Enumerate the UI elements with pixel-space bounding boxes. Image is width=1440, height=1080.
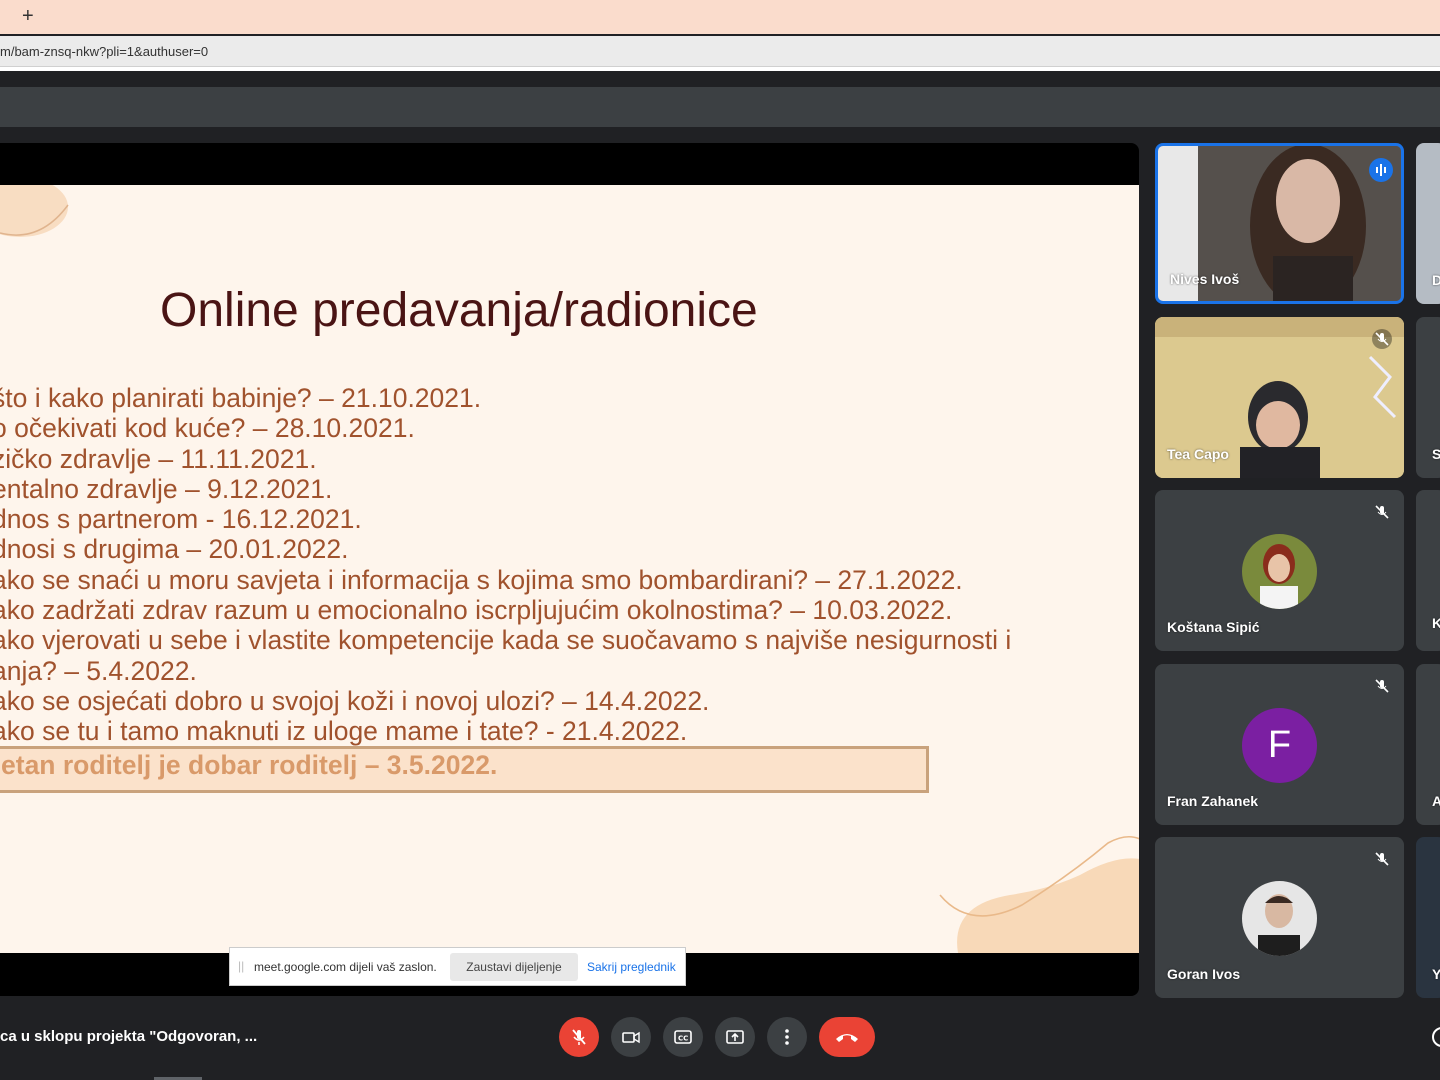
list-item: što i kako planirati babinje? – 21.10.20…: [0, 383, 482, 413]
list-item: zičko zdravlje – 11.11.2021.: [0, 443, 317, 474]
participant-name: Nives Ivoš: [1170, 271, 1240, 287]
browser-tab-bar: +: [0, 0, 1440, 34]
participant-tile-partial[interactable]: Sa: [1416, 317, 1440, 478]
address-bar[interactable]: m/bam-znsq-nkw?pli=1&authuser=0: [0, 36, 1440, 67]
participant-tile-partial[interactable]: D: [1416, 143, 1440, 304]
info-icon[interactable]: [1432, 1027, 1440, 1047]
meet-top-strip: [0, 71, 1440, 87]
slide-decoration-top: [0, 185, 69, 237]
presentation-area: Online predavanja/radionice što i kako p…: [0, 143, 1139, 996]
avatar: F: [1242, 708, 1317, 783]
camera-toggle-button[interactable]: [611, 1017, 651, 1057]
more-options-button[interactable]: [767, 1017, 807, 1057]
list-item: ako se tu i tamo maknuti iz uloge mame i…: [0, 716, 688, 747]
participant-name: Ar: [1432, 793, 1440, 809]
microphone-toggle-button[interactable]: [559, 1017, 599, 1057]
muted-mic-icon: [1372, 329, 1392, 349]
participant-name: K: [1432, 615, 1440, 631]
participant-name: Tea Capo: [1167, 446, 1229, 462]
list-item: anja? – 5.4.2022.: [0, 655, 197, 686]
list-item: dnos s partnerom - 16.12.2021.: [0, 504, 362, 535]
share-message: meet.google.com dijeli vaš zaslon.: [254, 960, 437, 974]
avatar: [1242, 534, 1317, 609]
list-item: ako zadržati zdrav razum u emocionalno i…: [0, 595, 953, 626]
more-vert-icon: [785, 1029, 789, 1045]
participant-name: Goran Ivos: [1167, 966, 1241, 982]
muted-mic-icon: [1372, 502, 1392, 522]
participant-tile-goran[interactable]: Goran Ivos: [1155, 837, 1404, 998]
meet-top-toolbar: [0, 87, 1440, 127]
screen-share-bar: || meet.google.com dijeli vaš zaslon. Za…: [229, 947, 686, 986]
participant-tile-partial[interactable]: Y: [1416, 837, 1440, 998]
participant-tile-tea[interactable]: Tea Capo: [1155, 317, 1404, 478]
participant-tile-partial[interactable]: K: [1416, 490, 1440, 651]
svg-text:CC: CC: [678, 1035, 688, 1043]
muted-mic-icon: [1372, 849, 1392, 869]
participant-name: Y: [1432, 966, 1440, 982]
participant-tile-kostana[interactable]: Koštana Sipić: [1155, 490, 1404, 651]
slide-list: što i kako planirati babinje? – 21.10.20…: [0, 383, 1011, 747]
bottom-control-bar: ca u sklopu projekta "Odgovoran, ... CC: [0, 1000, 1440, 1080]
slide-decoration-bottom: [939, 835, 1139, 953]
list-item: ako vjerovati u sebe i vlastite kompeten…: [0, 625, 1012, 656]
participant-tile-partial[interactable]: Ar: [1416, 664, 1440, 825]
drag-handle-icon[interactable]: ||: [238, 959, 244, 973]
stop-sharing-button[interactable]: Zaustavi dijeljenje: [450, 953, 578, 981]
speaking-indicator-icon: [1369, 158, 1393, 182]
hang-up-icon: [836, 1034, 858, 1042]
present-icon: [726, 1030, 744, 1044]
camera-icon: [622, 1031, 640, 1044]
leave-call-button[interactable]: [819, 1017, 875, 1057]
list-item: o očekivati kod kuće? – 28.10.2021.: [0, 413, 415, 444]
participant-name: D: [1432, 272, 1440, 288]
participant-name: Sa: [1432, 446, 1440, 462]
mic-off-icon: [572, 1029, 586, 1045]
participant-tile-fran[interactable]: F Fran Zahanek: [1155, 664, 1404, 825]
participant-name: Koštana Sipić: [1167, 619, 1260, 635]
list-item: ako se snaći u moru savjeta i informacij…: [0, 564, 963, 595]
slide: Online predavanja/radionice što i kako p…: [0, 185, 1139, 953]
present-screen-button[interactable]: [715, 1017, 755, 1057]
new-tab-button[interactable]: +: [22, 4, 34, 28]
list-item: dnosi s drugima – 20.01.2022.: [0, 534, 349, 565]
participant-name: Fran Zahanek: [1167, 793, 1259, 809]
highlighted-item-box: etan roditelj je dobar roditelj – 3.5.20…: [0, 746, 929, 793]
muted-mic-icon: [1372, 676, 1392, 696]
list-item: entalno zdravlje – 9.12.2021.: [0, 473, 333, 504]
avatar: [1242, 881, 1317, 956]
meeting-title: ca u sklopu projekta "Odgovoran, ...: [0, 1028, 258, 1045]
captions-icon: CC: [674, 1030, 692, 1044]
slide-title: Online predavanja/radionice: [160, 284, 758, 337]
url-text[interactable]: m/bam-znsq-nkw?pli=1&authuser=0: [0, 44, 208, 59]
captions-button[interactable]: CC: [663, 1017, 703, 1057]
participant-tile-nives[interactable]: Nives Ivoš: [1155, 143, 1404, 304]
hide-browser-link[interactable]: Sakrij preglednik: [587, 960, 676, 974]
highlighted-item: etan roditelj je dobar roditelj – 3.5.20…: [1, 750, 498, 780]
list-item: ako se osjećati dobro u svojoj koži i no…: [0, 685, 710, 716]
